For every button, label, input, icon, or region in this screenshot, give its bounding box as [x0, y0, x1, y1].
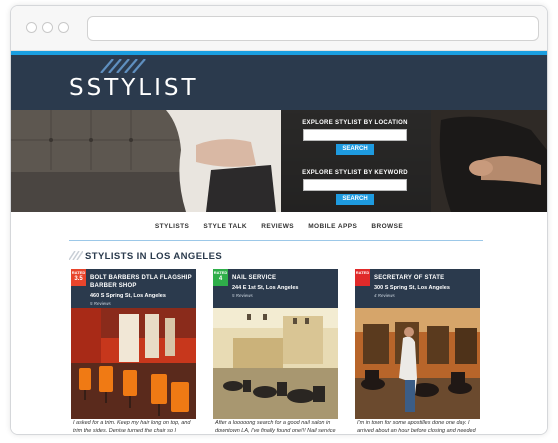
stylist-address: 460 S Spring St, Los Angeles: [90, 293, 166, 299]
address-bar[interactable]: [87, 16, 539, 41]
rating-value: 4: [218, 276, 223, 282]
keyword-search-input[interactable]: [303, 179, 407, 191]
review-count[interactable]: 5 Reviews: [90, 301, 111, 306]
main-nav: STYLISTS STYLE TALK REVIEWS MOBILE APPS …: [11, 223, 547, 230]
stylist-address: 244 E 1st St, Los Angeles: [232, 285, 299, 291]
keyword-search-label: EXPLORE STYLIST BY KEYWORD: [302, 170, 408, 176]
review-excerpt: I asked for a trim. Keep my hair long on…: [73, 420, 191, 434]
site-logo[interactable]: SSTYLIST: [69, 75, 199, 101]
section-stripes-icon: [69, 251, 83, 260]
window-maximize-dot[interactable]: [58, 22, 69, 33]
nav-reviews[interactable]: REVIEWS: [261, 223, 294, 230]
stylist-card[interactable]: RATED SECRETARY OF STATE 300 S Spring St…: [355, 269, 480, 434]
stylist-name[interactable]: SECRETARY OF STATE: [374, 275, 478, 283]
hero-salon-photo: [11, 110, 547, 212]
review-excerpt: After a looooong search for a good nail …: [215, 420, 336, 434]
hero-banner: EXPLORE STYLIST BY LOCATION SEARCH EXPLO…: [11, 110, 547, 212]
stylist-address: 300 S Spring St, Los Angeles: [374, 285, 450, 291]
stylist-name[interactable]: BOLT BARBERS DTLA FLAGSHIP BARBER SHOP: [90, 275, 194, 290]
salon-photo[interactable]: [71, 308, 196, 419]
salon-photo[interactable]: [355, 308, 480, 419]
nav-style-talk[interactable]: STYLE TALK: [203, 223, 247, 230]
browser-window: SSTYLIST EXPLORE STYLIST BY LOCATION SEA…: [10, 5, 548, 435]
site-header: SSTYLIST: [11, 55, 547, 110]
rating-badge: RATED 4: [213, 269, 228, 286]
keyword-search-button[interactable]: SEARCH: [336, 194, 374, 205]
window-minimize-dot[interactable]: [42, 22, 53, 33]
nav-mobile-apps[interactable]: MOBILE APPS: [308, 223, 357, 230]
nav-browse[interactable]: BROWSE: [371, 223, 403, 230]
nav-divider: [69, 240, 483, 241]
keyword-search: EXPLORE STYLIST BY KEYWORD SEARCH: [290, 170, 420, 205]
section-title: STYLISTS IN LOS ANGELES: [85, 251, 223, 262]
website: SSTYLIST EXPLORE STYLIST BY LOCATION SEA…: [11, 51, 547, 434]
salon-photo[interactable]: [213, 308, 338, 419]
card-header: RATED SECRETARY OF STATE 300 S Spring St…: [355, 269, 480, 308]
location-search-label: EXPLORE STYLIST BY LOCATION: [302, 120, 408, 126]
location-search-button[interactable]: SEARCH: [336, 144, 374, 155]
review-excerpt: I'm in town for some apostilles done one…: [357, 420, 476, 434]
window-close-dot[interactable]: [26, 22, 37, 33]
card-header: RATED 3.5 BOLT BARBERS DTLA FLAGSHIP BAR…: [71, 269, 196, 308]
stylist-name[interactable]: NAIL SERVICE: [232, 275, 336, 283]
browser-toolbar: [11, 6, 547, 51]
location-search-input[interactable]: [303, 129, 407, 141]
rating-badge: RATED 3.5: [71, 269, 86, 286]
stylist-card[interactable]: RATED 4 NAIL SERVICE 244 E 1st St, Los A…: [213, 269, 338, 434]
logo-stripes-icon: [100, 59, 146, 73]
nav-stylists[interactable]: STYLISTS: [155, 223, 189, 230]
stylist-card[interactable]: RATED 3.5 BOLT BARBERS DTLA FLAGSHIP BAR…: [71, 269, 196, 434]
review-count[interactable]: 5 Reviews: [232, 293, 253, 298]
rating-label: RATED: [355, 270, 370, 275]
review-count[interactable]: 4 Reviews: [374, 293, 395, 298]
rating-value: 3.5: [74, 276, 83, 282]
rating-badge: RATED: [355, 269, 370, 286]
location-search: EXPLORE STYLIST BY LOCATION SEARCH: [290, 120, 420, 155]
card-header: RATED 4 NAIL SERVICE 244 E 1st St, Los A…: [213, 269, 338, 308]
